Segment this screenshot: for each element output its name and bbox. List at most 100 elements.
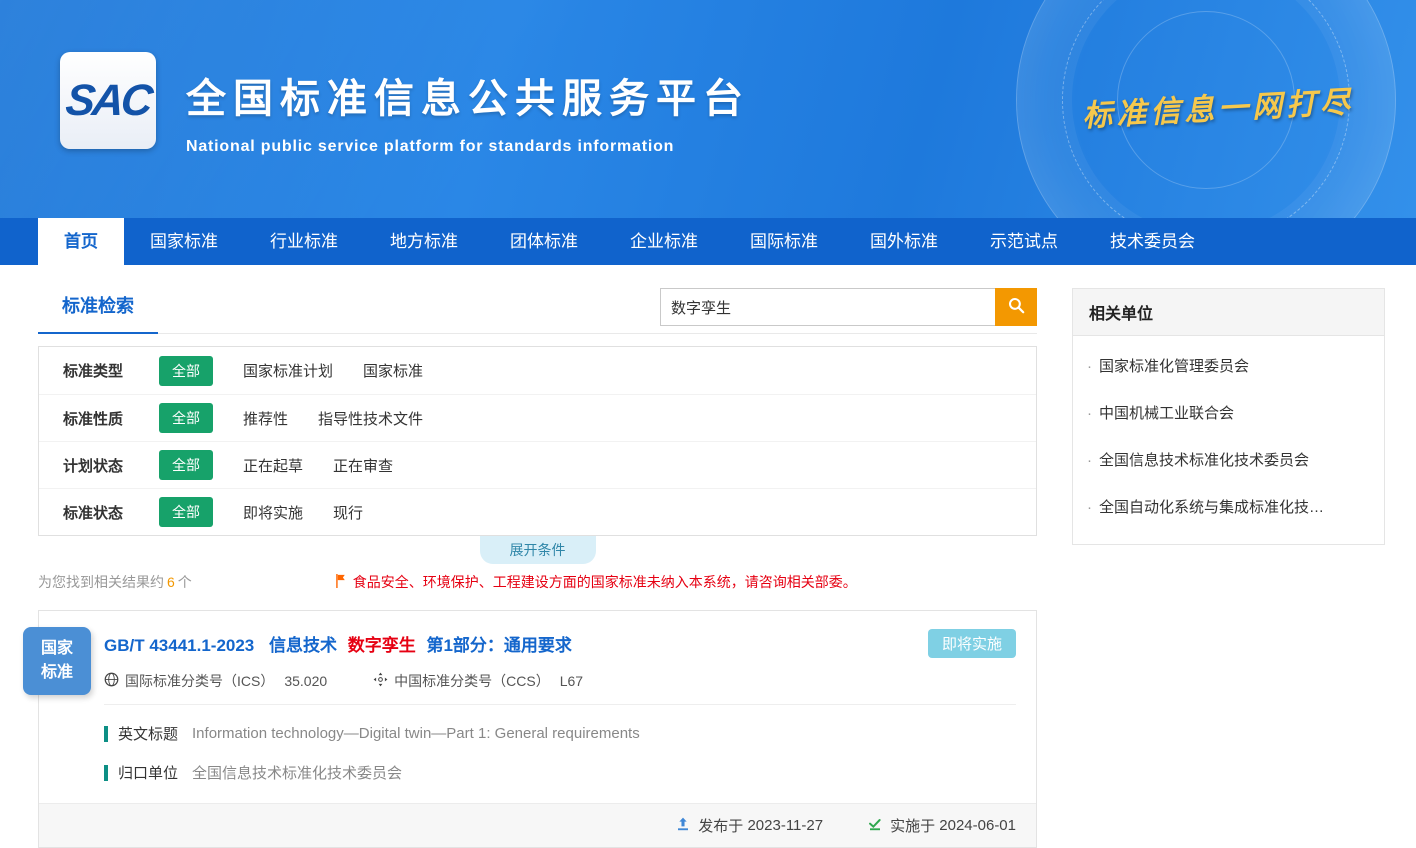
expand-conditions-button[interactable]: 展开条件 [480, 536, 596, 564]
search-input[interactable] [660, 288, 995, 326]
standard-title-part2: 第1部分：通用要求 [426, 636, 571, 655]
filter-option[interactable]: 正在起草 [243, 455, 303, 476]
nav-item-home[interactable]: 首页 [38, 218, 124, 265]
main-column: 标准检索 标准类型 全部 国家标准计划 国家标准 标准性质 全部 [38, 288, 1037, 848]
search-section-header: 标准检索 [38, 288, 1037, 334]
english-title-row: 英文标题 Information technology—Digital twin… [104, 723, 1016, 744]
related-unit-item[interactable]: · 全国信息技术标准化技术委员会 [1087, 436, 1370, 483]
english-title-label: 英文标题 [118, 723, 178, 744]
filter-row-plan-status: 计划状态 全部 正在起草 正在审查 [39, 441, 1036, 488]
dept-label: 归口单位 [118, 762, 178, 783]
ccs-item: 中国标准分类号（CCS） L67 [373, 671, 583, 691]
publish-date: 2023-11-27 [747, 817, 823, 834]
ics-label: 国际标准分类号（ICS） [125, 671, 274, 691]
standard-title-link[interactable]: GB/T 43441.1-2023 信息技术 数字孪生 第1部分：通用要求 [104, 631, 1016, 656]
main-nav: 首页 国家标准 行业标准 地方标准 团体标准 企业标准 国际标准 国外标准 示范… [0, 218, 1416, 265]
filter-row-standard-status: 标准状态 全部 即将实施 现行 [39, 488, 1036, 535]
bullet-icon: · [1087, 452, 1092, 469]
page-content: 标准检索 标准类型 全部 国家标准计划 国家标准 标准性质 全部 [0, 265, 1416, 848]
filter-all-button[interactable]: 全部 [159, 356, 213, 386]
globe-icon [104, 672, 125, 690]
results-count: 6 [167, 574, 175, 590]
ics-value: 35.020 [284, 673, 327, 689]
nav-item-group-standards[interactable]: 团体标准 [484, 218, 604, 265]
dept-row: 归口单位 全国信息技术标准化技术委员会 [104, 762, 1016, 783]
ccs-label: 中国标准分类号（CCS） [394, 671, 550, 691]
filter-all-button[interactable]: 全部 [159, 497, 213, 527]
compass-icon [373, 672, 394, 690]
filter-option[interactable]: 国家标准 [363, 360, 423, 381]
filter-row-standard-type: 标准类型 全部 国家标准计划 国家标准 [39, 347, 1036, 394]
implement-date-item: 实施于 2024-06-01 [867, 815, 1016, 836]
related-unit-item[interactable]: ·中国机械工业联合会 [1087, 389, 1370, 436]
implement-check-icon [867, 816, 890, 836]
related-unit-label: 全国自动化系统与集成标准化技… [1099, 499, 1324, 516]
filter-row-standard-nature: 标准性质 全部 推荐性 指导性技术文件 [39, 394, 1036, 441]
filter-label: 计划状态 [63, 455, 159, 476]
system-notice: 食品安全、环境保护、工程建设方面的国家标准未纳入本系统，请咨询相关部委。 [334, 572, 857, 592]
related-unit-item[interactable]: · 全国自动化系统与集成标准化技… [1087, 483, 1370, 530]
card-divider [104, 704, 1016, 705]
filter-option[interactable]: 现行 [333, 502, 363, 523]
status-badge: 即将实施 [928, 629, 1016, 658]
filter-box: 标准类型 全部 国家标准计划 国家标准 标准性质 全部 推荐性 指导性技术文件 … [38, 346, 1037, 536]
results-summary-prefix: 为您找到相关结果约 [38, 574, 164, 590]
bullet-icon: · [1087, 499, 1092, 516]
standard-title-part1: 信息技术 [269, 636, 337, 655]
filter-label: 标准状态 [63, 502, 159, 523]
nav-item-enterprise-standards[interactable]: 企业标准 [604, 218, 724, 265]
sidebar: 相关单位 · 国家标准化管理委员会 ·中国机械工业联合会 · 全国信息技术标准化技术… [1072, 288, 1385, 848]
ics-item: 国际标准分类号（ICS） 35.020 [104, 671, 327, 691]
filter-option[interactable]: 正在审查 [333, 455, 393, 476]
nav-item-foreign-standards[interactable]: 国外标准 [844, 218, 964, 265]
publish-icon [675, 816, 698, 836]
bullet-icon: · [1087, 405, 1092, 422]
nav-item-international-standards[interactable]: 国际标准 [724, 218, 844, 265]
english-title-value: Information technology—Digital twin—Part… [192, 725, 640, 742]
sac-logo-text: SAC [63, 76, 152, 126]
filter-option[interactable]: 国家标准计划 [243, 360, 333, 381]
filter-label: 标准性质 [63, 408, 159, 429]
dept-value: 全国信息技术标准化技术委员会 [192, 762, 402, 783]
teal-bar-decoration [104, 765, 108, 781]
results-summary: 为您找到相关结果约6个 [38, 572, 192, 592]
implement-label: 实施于 [890, 815, 935, 836]
results-summary-suffix: 个 [178, 574, 192, 590]
nav-item-pilot[interactable]: 示范试点 [964, 218, 1084, 265]
bullet-icon: · [1087, 358, 1092, 375]
filter-option[interactable]: 指导性技术文件 [318, 408, 423, 429]
search-icon [1007, 296, 1026, 318]
filter-label: 标准类型 [63, 360, 159, 381]
publish-label: 发布于 [698, 815, 743, 836]
site-title-block: 全国标准信息公共服务平台 National public service pla… [186, 66, 750, 156]
standard-title-highlight: 数字孪生 [348, 636, 416, 655]
nav-item-local-standards[interactable]: 地方标准 [364, 218, 484, 265]
site-header: SAC 全国标准信息公共服务平台 National public service… [0, 0, 1416, 218]
nav-item-industry-standards[interactable]: 行业标准 [244, 218, 364, 265]
search-button[interactable] [995, 288, 1037, 326]
card-body: GB/T 43441.1-2023 信息技术 数字孪生 第1部分：通用要求 国际… [39, 611, 1036, 803]
related-units-title: 相关单位 [1073, 289, 1384, 336]
related-units-list: · 国家标准化管理委员会 ·中国机械工业联合会 · 全国信息技术标准化技术委员会 ·… [1073, 336, 1384, 544]
nav-item-national-standards[interactable]: 国家标准 [124, 218, 244, 265]
notice-text: 食品安全、环境保护、工程建设方面的国家标准未纳入本系统，请咨询相关部委。 [353, 572, 857, 592]
site-subtitle: National public service platform for sta… [186, 138, 750, 156]
related-unit-label: 全国信息技术标准化技术委员会 [1099, 452, 1309, 469]
nav-item-technical-committee[interactable]: 技术委员会 [1084, 218, 1221, 265]
related-unit-item[interactable]: · 国家标准化管理委员会 [1087, 342, 1370, 389]
standard-type-badge: 国家标准 [23, 627, 91, 695]
teal-bar-decoration [104, 726, 108, 742]
publish-date-item: 发布于 2023-11-27 [675, 815, 823, 836]
related-unit-label: 国家标准化管理委员会 [1099, 358, 1249, 375]
filter-option[interactable]: 推荐性 [243, 408, 288, 429]
standard-type-badge-text: 国家标准 [39, 637, 75, 685]
standard-result-card: 国家标准 即将实施 GB/T 43441.1-2023 信息技术 数字孪生 第1… [38, 610, 1037, 848]
card-footer: 发布于 2023-11-27 实施于 2024-06-01 [39, 803, 1036, 847]
filter-all-button[interactable]: 全部 [159, 450, 213, 480]
results-summary-line: 为您找到相关结果约6个 食品安全、环境保护、工程建设方面的国家标准未纳入本系统，… [38, 572, 1037, 592]
filter-all-button[interactable]: 全部 [159, 403, 213, 433]
classification-row: 国际标准分类号（ICS） 35.020 中国标准分类号（CCS） L67 [104, 671, 1016, 691]
filter-option[interactable]: 即将实施 [243, 502, 303, 523]
section-title-standard-search: 标准检索 [38, 288, 158, 334]
site-title: 全国标准信息公共服务平台 [186, 66, 750, 124]
